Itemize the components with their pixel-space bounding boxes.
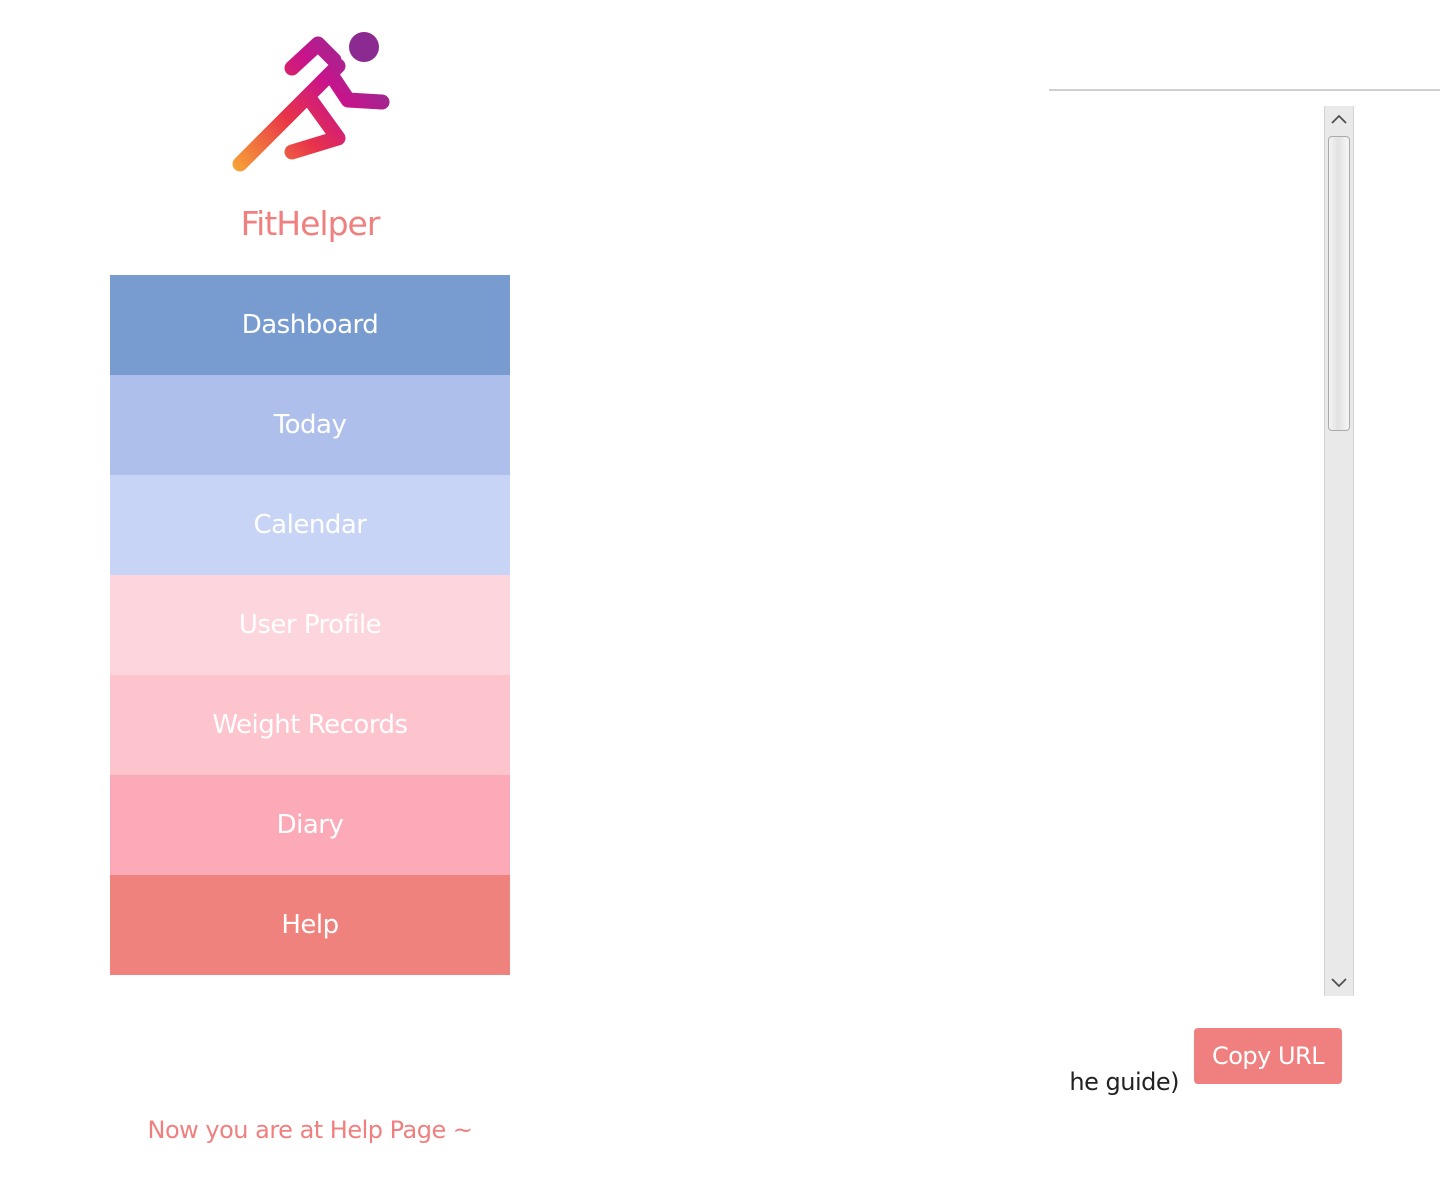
copy-url-button[interactable]: Copy URL [1194, 1028, 1342, 1084]
current-page-status: Now you are at Help Page ~ [147, 1116, 474, 1144]
guide-scrollbar[interactable] [1324, 106, 1354, 996]
divider [1049, 89, 1440, 91]
help-guide-frame[interactable] [1049, 106, 1324, 996]
brand-name: FitHelper [240, 204, 381, 243]
chevron-down-icon[interactable] [1325, 970, 1353, 996]
guide-caption-text: he guide) [1069, 1068, 1179, 1096]
sidebar-item-weight-records[interactable]: Weight Records [110, 675, 510, 775]
scrollbar-thumb[interactable] [1328, 136, 1350, 431]
sidebar-item-diary[interactable]: Diary [110, 775, 510, 875]
sidebar-nav: Dashboard Today Calendar User Profile We… [110, 275, 510, 975]
guide-caption: he guide) [1049, 1068, 1179, 1104]
chevron-up-icon[interactable] [1325, 106, 1353, 132]
sidebar-item-dashboard[interactable]: Dashboard [110, 275, 510, 375]
sidebar-item-help[interactable]: Help [110, 875, 510, 975]
help-page: FitHelper Dashboard Today Calendar User … [0, 0, 1440, 1200]
running-person-icon [228, 30, 392, 176]
sidebar-item-calendar[interactable]: Calendar [110, 475, 510, 575]
sidebar-item-today[interactable]: Today [110, 375, 510, 475]
sidebar-item-user-profile[interactable]: User Profile [110, 575, 510, 675]
